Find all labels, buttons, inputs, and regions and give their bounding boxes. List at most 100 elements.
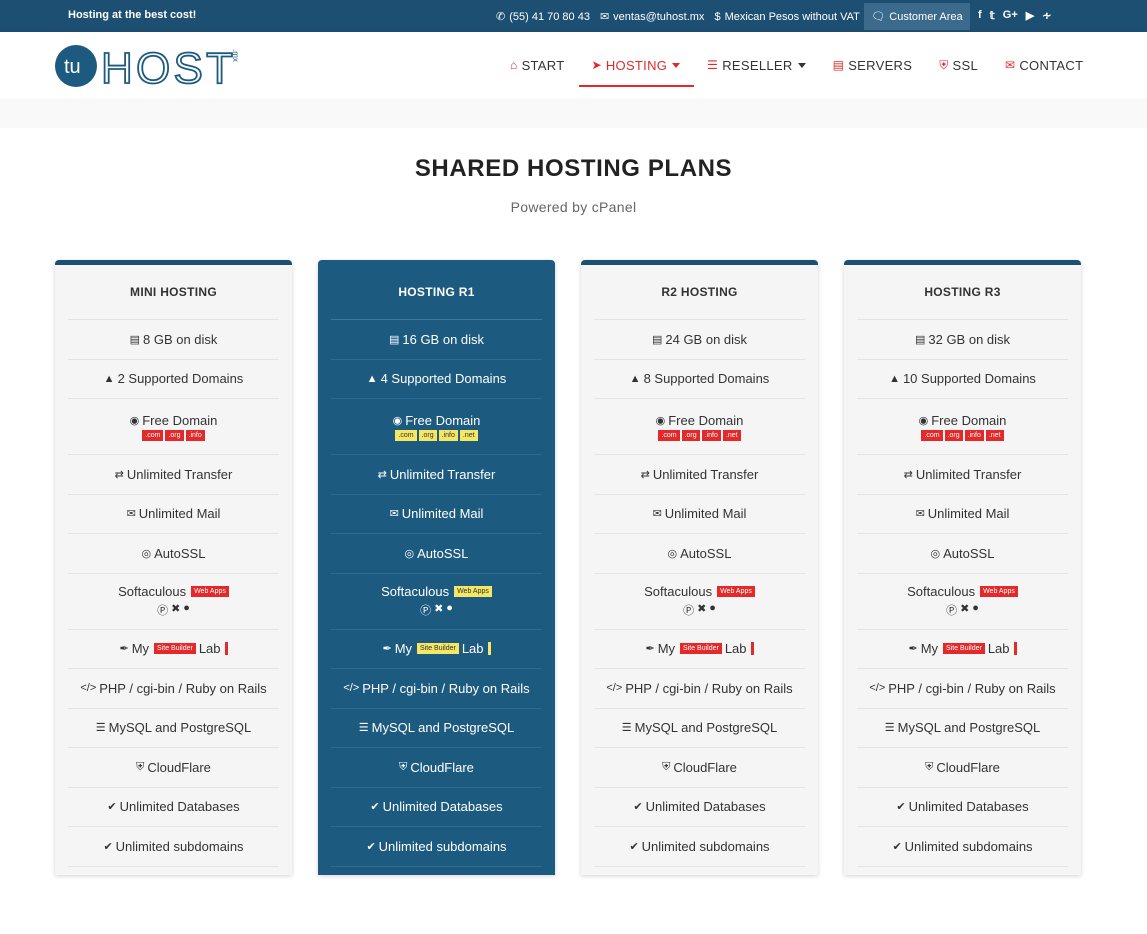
web-apps-badge: Web Apps [980,586,1018,597]
check-circle-icon: ✔ [892,840,902,853]
plan-name: R2 HOSTING [661,285,738,299]
feature-db-engines-text: MySQL and PostgreSQL [371,720,515,736]
feature-mail: ✉ Unlimited Mail [857,495,1068,534]
nav-start[interactable]: ⌂ START [510,32,564,98]
nav-contact-label: CONTACT [1019,57,1084,73]
code-icon: </> [606,682,623,695]
joomla-icon: ✖ [171,603,181,615]
nav-reseller[interactable]: ☰ RESELLER [707,32,806,98]
feature-domains-text: 10 Supported Domains [902,371,1036,387]
lock-icon: ◎ [141,547,152,560]
plan-card-2: HOSTING R1 ▤ 16 GB on disk ▲ 4 Supported D… [318,260,555,875]
logo-tu-text: tu [64,56,81,78]
envelope-icon: ✉ [1005,58,1016,72]
shield-icon: ⛨ [399,760,408,773]
shield-icon: ⛨ [136,760,145,773]
dollar-icon: $ [714,10,721,23]
sitemap-icon: ▲ [889,372,900,385]
phone-link[interactable]: ✆ (55) 41 70 80 43 [496,10,590,24]
tld-tag: .info [701,429,721,441]
feature-db-engines: ☰ MySQL and PostgreSQL [857,709,1068,748]
feature-domains-text: 2 Supported Domains [117,371,244,387]
hdd-icon: ▤ [914,333,926,346]
feature-transfer: ⇄ Unlimited Transfer [594,455,805,495]
feature-subdomains-text: Unlimited subdomains [904,838,1033,854]
code-icon: </> [343,682,360,695]
globe-icon: ◉ [392,414,403,427]
check-circle-icon: ✔ [370,801,380,814]
feature-cloudflare-text: CloudFlare [936,759,1000,775]
drupal-icon: ● [183,602,190,614]
feature-free-domain: ◉ Free Domain .com .org .info .net [594,399,805,455]
feature-autossl: ◎ AutoSSL [857,534,1068,574]
feature-cloudflare: ⛨ CloudFlare [331,748,542,788]
feature-domains: ▲ 10 Supported Domains [857,360,1068,399]
joomla-icon: ✖ [960,603,970,615]
feature-db-engines: ☰ MySQL and PostgreSQL [68,709,279,748]
social-links: f 𝕥 G+ ▶ ∻ [978,9,1051,22]
nav-hosting[interactable]: ➤ HOSTING [579,32,694,98]
exchange-icon: ⇄ [640,468,650,481]
feature-free-domain: ◉ Free Domain .com .org .info .net [857,399,1068,455]
hdd-icon: ▤ [388,333,400,346]
tld-tag: .com [395,429,417,441]
feature-disk-text: 32 GB on disk [928,331,1011,347]
phone-icon: ✆ [496,11,506,23]
database-icon: ☰ [358,722,369,735]
logo-host-text: HOST [101,44,233,89]
site-builder-badge: Site Builder [680,643,722,655]
globe-icon: ◉ [129,414,140,427]
facebook-icon[interactable]: f [978,9,982,22]
twitter-icon[interactable]: 𝕥 [990,9,995,22]
nav-contact[interactable]: ✉ CONTACT [1005,32,1083,98]
site-logo[interactable]: tu HOST .mx [55,43,245,94]
tld-tag: .org [944,429,963,441]
feature-transfer-text: Unlimited Transfer [389,466,496,482]
feature-transfer: ⇄ Unlimited Transfer [857,455,1068,495]
email-link[interactable]: ✉ ventas@tuhost.mx [600,10,704,24]
tld-tag: .net [459,429,478,441]
lock-icon: ◎ [667,547,678,560]
site-builder-badge: Site Builder [943,643,985,655]
feature-databases: ✔ Unlimited Databases [331,788,542,827]
feature-db-engines-text: MySQL and PostgreSQL [634,720,778,736]
feature-disk-text: 24 GB on disk [665,331,748,347]
plan-name: HOSTING R1 [398,285,475,299]
feature-cloudflare: ⛨ CloudFlare [68,748,279,788]
feature-databases-text: Unlimited Databases [645,799,766,815]
nav-servers[interactable]: ▤ SERVERS [833,32,913,98]
feature-subdomains-text: Unlimited subdomains [641,838,770,854]
chevron-down-icon [672,62,681,68]
feature-subdomains-text: Unlimited subdomains [115,838,244,854]
feature-domains-text: 8 Supported Domains [643,371,770,387]
feature-cloudflare: ⛨ CloudFlare [594,748,805,788]
feature-sitebuilder: ✒ My Site Builder Lab [68,630,279,669]
tld-tag: .com [142,429,164,441]
tld-tag: .info [964,429,984,441]
google-plus-icon[interactable]: G+ [1003,9,1018,22]
feature-softaculous: Softaculous Web Apps Ⓟ ✖ ● [857,574,1068,630]
feature-disk: ▤ 8 GB on disk [68,320,279,360]
cms-icons: Ⓟ ✖ ● [946,602,979,618]
code-icon: </> [869,682,886,695]
contact-info: ✆ (55) 41 70 80 43 ✉ ventas@tuhost.mx $ Mex… [496,10,860,24]
feature-sitebuilder-pre: My [657,641,676,657]
feature-transfer-text: Unlimited Transfer [126,466,233,482]
check-circle-icon: ✔ [366,840,376,853]
rocket-icon: ➤ [591,58,602,72]
feature-transfer-text: Unlimited Transfer [915,466,1022,482]
database-icon: ☰ [707,58,719,72]
rss-icon[interactable]: ∻ [1042,9,1051,22]
feature-cloudflare-text: CloudFlare [147,759,211,775]
youtube-icon[interactable]: ▶ [1026,9,1034,22]
feature-mail-text: Unlimited Mail [927,506,1010,522]
nav-ssl[interactable]: ⛨ SSL [939,32,978,98]
feature-domains: ▲ 4 Supported Domains [331,360,542,399]
feature-autossl: ◎ AutoSSL [594,534,805,574]
feature-softaculous: Softaculous Web Apps Ⓟ ✖ ● [68,574,279,630]
lock-icon: ◎ [404,547,415,560]
feature-softaculous-text: Softaculous [118,584,187,599]
joomla-icon: ✖ [697,603,707,615]
customer-area-button[interactable]: 🗨 Customer Area [864,3,970,30]
drupal-icon: ● [972,602,979,614]
